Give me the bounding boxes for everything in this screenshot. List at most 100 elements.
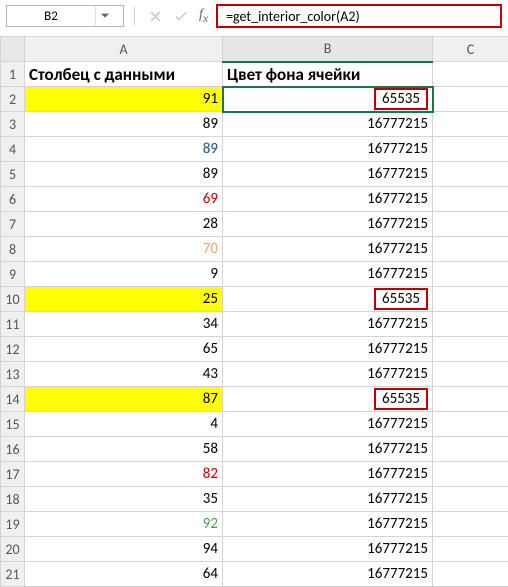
cell-A20[interactable]: 94 — [25, 537, 223, 562]
cell-B6[interactable]: 16777215 — [223, 187, 433, 212]
cell-C7[interactable] — [433, 212, 508, 237]
cell-C12[interactable] — [433, 337, 508, 362]
cell-B4[interactable]: 16777215 — [223, 137, 433, 162]
cell-A15[interactable]: 4 — [25, 412, 223, 437]
name-box[interactable] — [6, 5, 124, 27]
cell-C8[interactable] — [433, 237, 508, 262]
row-header-4[interactable]: 4 — [1, 137, 25, 162]
cell-B2[interactable]: 65535 — [223, 87, 433, 112]
cell-C16[interactable] — [433, 437, 508, 462]
cell-C11[interactable] — [433, 312, 508, 337]
row-header-12[interactable]: 12 — [1, 337, 25, 362]
cell-A6[interactable]: 69 — [25, 187, 223, 212]
row-header-15[interactable]: 15 — [1, 412, 25, 437]
cell-A12[interactable]: 65 — [25, 337, 223, 362]
row-header-5[interactable]: 5 — [1, 162, 25, 187]
cell-B8[interactable]: 16777215 — [223, 237, 433, 262]
cell-A2[interactable]: 91 — [25, 87, 223, 112]
cell-B9[interactable]: 16777215 — [223, 262, 433, 287]
row-header-17[interactable]: 17 — [1, 462, 25, 487]
cell-B1[interactable]: Цвет фона ячейки — [223, 62, 433, 87]
cell-A5[interactable]: 89 — [25, 162, 223, 187]
cell-B20[interactable]: 16777215 — [223, 537, 433, 562]
cell-C20[interactable] — [433, 537, 508, 562]
row-header-7[interactable]: 7 — [1, 212, 25, 237]
x-icon — [150, 11, 161, 22]
cell-B19[interactable]: 16777215 — [223, 512, 433, 537]
row-header-10[interactable]: 10 — [1, 287, 25, 312]
select-all-corner[interactable] — [1, 37, 25, 62]
row-header-8[interactable]: 8 — [1, 237, 25, 262]
cell-A10[interactable]: 25 — [25, 287, 223, 312]
cell-B7[interactable]: 16777215 — [223, 212, 433, 237]
fx-icon[interactable]: fx — [199, 7, 208, 25]
cell-C14[interactable] — [433, 387, 508, 412]
row-header-21[interactable]: 21 — [1, 562, 25, 587]
col-header-C[interactable]: C — [433, 37, 508, 62]
cell-C1[interactable] — [433, 62, 508, 87]
check-icon — [175, 11, 187, 22]
cell-C17[interactable] — [433, 462, 508, 487]
cell-B11[interactable]: 16777215 — [223, 312, 433, 337]
row-header-20[interactable]: 20 — [1, 537, 25, 562]
cell-B15[interactable]: 16777215 — [223, 412, 433, 437]
cell-A17[interactable]: 82 — [25, 462, 223, 487]
cell-C4[interactable] — [433, 137, 508, 162]
cell-A19[interactable]: 92 — [25, 512, 223, 537]
cell-C13[interactable] — [433, 362, 508, 387]
formula-input[interactable] — [224, 7, 494, 26]
row-header-2[interactable]: 2 — [1, 87, 25, 112]
cell-C3[interactable] — [433, 112, 508, 137]
row-header-18[interactable]: 18 — [1, 487, 25, 512]
cell-B14[interactable]: 65535 — [223, 387, 433, 412]
cell-A7[interactable]: 28 — [25, 212, 223, 237]
row-header-11[interactable]: 11 — [1, 312, 25, 337]
row-header-14[interactable]: 14 — [1, 387, 25, 412]
cell-B12[interactable]: 16777215 — [223, 337, 433, 362]
cell-C19[interactable] — [433, 512, 508, 537]
cell-A9[interactable]: 9 — [25, 262, 223, 287]
cell-B10[interactable]: 65535 — [223, 287, 433, 312]
cell-A21[interactable]: 64 — [25, 562, 223, 587]
row-header-19[interactable]: 19 — [1, 512, 25, 537]
cell-A8[interactable]: 70 — [25, 237, 223, 262]
row-header-9[interactable]: 9 — [1, 262, 25, 287]
cell-A11[interactable]: 34 — [25, 312, 223, 337]
row-header-16[interactable]: 16 — [1, 437, 25, 462]
cell-A3[interactable]: 89 — [25, 112, 223, 137]
col-header-B[interactable]: B — [223, 37, 433, 62]
row-header-1[interactable]: 1 — [1, 62, 25, 87]
row-header-6[interactable]: 6 — [1, 187, 25, 212]
cell-A1[interactable]: Столбец с данными — [25, 62, 223, 87]
name-box-input[interactable] — [7, 9, 95, 24]
cell-C21[interactable] — [433, 562, 508, 587]
cell-C15[interactable] — [433, 412, 508, 437]
cell-A16[interactable]: 58 — [25, 437, 223, 462]
spreadsheet-grid[interactable]: A B C 1Столбец с даннымиЦвет фона ячейки… — [0, 36, 508, 587]
cell-C9[interactable] — [433, 262, 508, 287]
col-header-A[interactable]: A — [25, 37, 223, 62]
cell-B18[interactable]: 16777215 — [223, 487, 433, 512]
name-box-dropdown[interactable] — [95, 6, 113, 26]
row-header-13[interactable]: 13 — [1, 362, 25, 387]
cell-A13[interactable]: 43 — [25, 362, 223, 387]
cell-A14[interactable]: 87 — [25, 387, 223, 412]
cell-B3[interactable]: 16777215 — [223, 112, 433, 137]
cell-B13[interactable]: 16777215 — [223, 362, 433, 387]
cell-C5[interactable] — [433, 162, 508, 187]
cell-A18[interactable]: 35 — [25, 487, 223, 512]
highlight-box: 65535 — [374, 288, 428, 310]
cell-C18[interactable] — [433, 487, 508, 512]
cancel-button[interactable] — [145, 6, 165, 26]
enter-button[interactable] — [171, 6, 191, 26]
cell-B17[interactable]: 16777215 — [223, 462, 433, 487]
cell-B5[interactable]: 16777215 — [223, 162, 433, 187]
row-header-3[interactable]: 3 — [1, 112, 25, 137]
cell-B21[interactable]: 16777215 — [223, 562, 433, 587]
cell-A4[interactable]: 89 — [25, 137, 223, 162]
cell-C2[interactable] — [433, 87, 508, 112]
highlight-box: 65535 — [374, 388, 428, 410]
cell-C10[interactable] — [433, 287, 508, 312]
cell-B16[interactable]: 16777215 — [223, 437, 433, 462]
cell-C6[interactable] — [433, 187, 508, 212]
